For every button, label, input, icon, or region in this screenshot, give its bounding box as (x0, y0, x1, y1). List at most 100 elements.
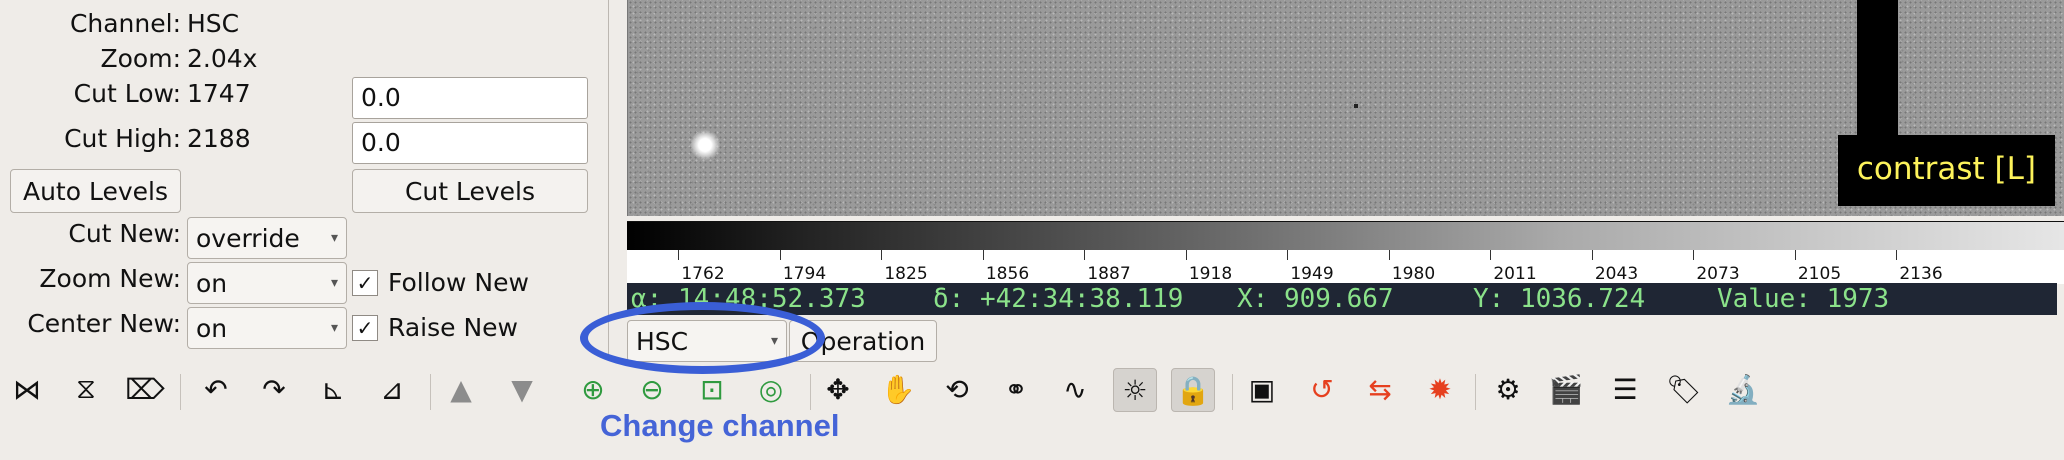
undo-cut-icon[interactable]: ↺ (1301, 368, 1343, 410)
zoom-value: 2.04x (187, 44, 258, 73)
colorbar-ruler: 1762 1794 1825 1856 1887 1918 1949 1980 2011 2043… (627, 250, 2064, 284)
center-new-label: Center New: (27, 309, 181, 338)
colorbar-tick-label: 1762 (681, 264, 725, 284)
channel-value: HSC (187, 9, 240, 38)
rotate-reset-icon[interactable]: ⟲ (936, 368, 978, 410)
colorbar-tick (982, 250, 984, 260)
colorbar-tick (1794, 250, 1796, 260)
dec-readout: δ: +42:34:38.119 (933, 284, 1184, 314)
cut-high-value: 2188 (187, 124, 251, 153)
chevron-down-icon: ▾ (330, 230, 338, 246)
toolbar-separator (430, 374, 431, 410)
colorbar-tick-label: 2073 (1696, 264, 1740, 284)
colorbar-tick-label: 1825 (884, 264, 928, 284)
colorbar-tick-label: 1887 (1087, 264, 1131, 284)
cut-new-select[interactable]: override ▾ (187, 217, 347, 259)
up-icon[interactable]: ▲ (440, 368, 482, 410)
auto-levels-button[interactable]: Auto Levels (10, 169, 181, 213)
toolbar-separator (1232, 374, 1233, 410)
toolbar-separator (1475, 374, 1476, 410)
cut-low-label: Cut Low: (73, 79, 181, 108)
chevron-down-icon: ▾ (330, 275, 338, 291)
colorbar-tick (881, 250, 882, 260)
lock-icon[interactable]: 🔒 (1171, 368, 1215, 412)
status-bar: α: 14:48:52.373 δ: +42:34:38.119 X: 909.… (627, 283, 2057, 315)
colorbar-tick-label: 2043 (1594, 264, 1639, 284)
colorbar-tick-label: 1794 (782, 264, 827, 284)
hand-icon[interactable]: ✋ (877, 368, 919, 410)
zoom-new-select[interactable]: on ▾ (187, 262, 347, 304)
orient-en-icon[interactable]: ⊿ (371, 368, 413, 410)
info-panel: Channel: HSC Zoom: 2.04x Cut Low: 1747 0… (0, 0, 609, 358)
flip-y-icon[interactable]: ⧖ (65, 368, 107, 410)
colorbar-tick-label: 1856 (985, 264, 1030, 284)
cut-low-value: 1747 (187, 79, 251, 108)
colorbar-tick (1388, 250, 1390, 260)
bottom-toolbar: ⋈ ⧖ ⌦ ↶ ↷ ⊾ ⊿ ▲ ▼ ⊕ ⊖ ⊡ ◎ ✥ ✋ ⟲ ⚭ ∿ ☼ 🔒 ▣ ↺ ⇆ ✹ ⚙ 🎬 ☰ 🏷 🔬 (0, 366, 2064, 422)
zoom-out-icon[interactable]: ⊖ (631, 368, 673, 410)
rotate-ccw-icon[interactable]: ↶ (195, 368, 237, 410)
settings-icon[interactable]: ⚙ (1487, 368, 1529, 410)
colorbar-tick (1693, 250, 1694, 260)
follow-new-label: Follow New (388, 268, 529, 297)
orient-ne-icon[interactable]: ⊾ (312, 368, 354, 410)
pan-icon[interactable]: ✥ (817, 368, 859, 410)
layers-icon[interactable]: ☰ (1604, 368, 1646, 410)
colorbar-tick (1490, 250, 1491, 260)
follow-new-checkbox[interactable]: ✓ Follow New (352, 268, 529, 297)
toolbar-separator (180, 374, 181, 410)
y-readout: Y: 1036.724 (1473, 284, 1646, 314)
tags-icon[interactable]: 🏷 (1663, 368, 1705, 410)
contrast-overlay-label: contrast [L] (1848, 147, 2044, 191)
value-readout: Value: 1973 (1717, 284, 1890, 314)
colorbar-tick (1896, 250, 1897, 260)
down-icon[interactable]: ▼ (501, 368, 543, 410)
distribution-icon[interactable]: ⚭ (995, 368, 1037, 410)
cut-new-value: override (196, 223, 300, 253)
colorbar-tick (1084, 250, 1085, 260)
channel-label: Channel: (69, 9, 181, 38)
center-new-select[interactable]: on ▾ (187, 307, 347, 349)
colorbar-tick-label: 1949 (1290, 264, 1334, 284)
colorbar-tick (779, 250, 781, 260)
contrast-icon[interactable]: ☼ (1113, 368, 1157, 412)
colorbar-tick (1591, 250, 1593, 260)
flip-x-icon[interactable]: ⋈ (6, 368, 48, 410)
star-spot (690, 130, 720, 160)
chevron-down-icon: ▾ (330, 320, 338, 336)
zoom-new-value: on (196, 268, 228, 298)
colorbar-tick (1185, 250, 1187, 260)
cut-high-input[interactable]: 0.0 (352, 122, 588, 164)
toolbar-separator (810, 374, 811, 410)
curve-icon[interactable]: ∿ (1054, 368, 1096, 410)
rotate-cw-icon[interactable]: ↷ (253, 368, 295, 410)
colorbar-tick-label: 1918 (1188, 264, 1233, 284)
colorbar-tick-label: 2105 (1797, 264, 1842, 284)
x-readout: X: 909.667 (1237, 284, 1394, 314)
center-new-value: on (196, 313, 228, 343)
checkmark-icon: ✓ (352, 269, 378, 296)
reset-cut-icon[interactable]: ⇆ (1359, 368, 1401, 410)
pixel-spot (1354, 104, 1358, 108)
colorbar-tick-label: 2011 (1493, 264, 1537, 284)
channel-highlight (580, 302, 825, 374)
raise-new-checkbox[interactable]: ✓ Raise New (352, 313, 518, 342)
zoom-new-label: Zoom New: (39, 264, 181, 293)
cut-levels-button[interactable]: Cut Levels (352, 169, 588, 213)
screen-icon[interactable]: ▣ (1241, 368, 1283, 410)
reset-color-icon[interactable]: ✹ (1419, 368, 1461, 410)
colorbar-tick (1287, 250, 1288, 260)
colorbar-tick-label: 1980 (1391, 264, 1436, 284)
raise-new-label: Raise New (388, 313, 518, 342)
zoom-in-icon[interactable]: ⊕ (572, 368, 614, 410)
cut-new-label: Cut New: (68, 219, 181, 248)
microscope-icon[interactable]: 🔬 (1722, 368, 1764, 410)
cut-high-label: Cut High: (64, 124, 181, 153)
colorbar-tick-label: 2136 (1899, 264, 1943, 284)
swap-xy-icon[interactable]: ⌦ (124, 368, 166, 410)
clapper-icon[interactable]: 🎬 (1545, 368, 1587, 410)
zoom-fit-icon[interactable]: ⊡ (691, 368, 733, 410)
zoom-100-icon[interactable]: ◎ (750, 368, 792, 410)
colorbar[interactable] (627, 221, 2064, 251)
cut-low-input[interactable]: 0.0 (352, 77, 588, 119)
